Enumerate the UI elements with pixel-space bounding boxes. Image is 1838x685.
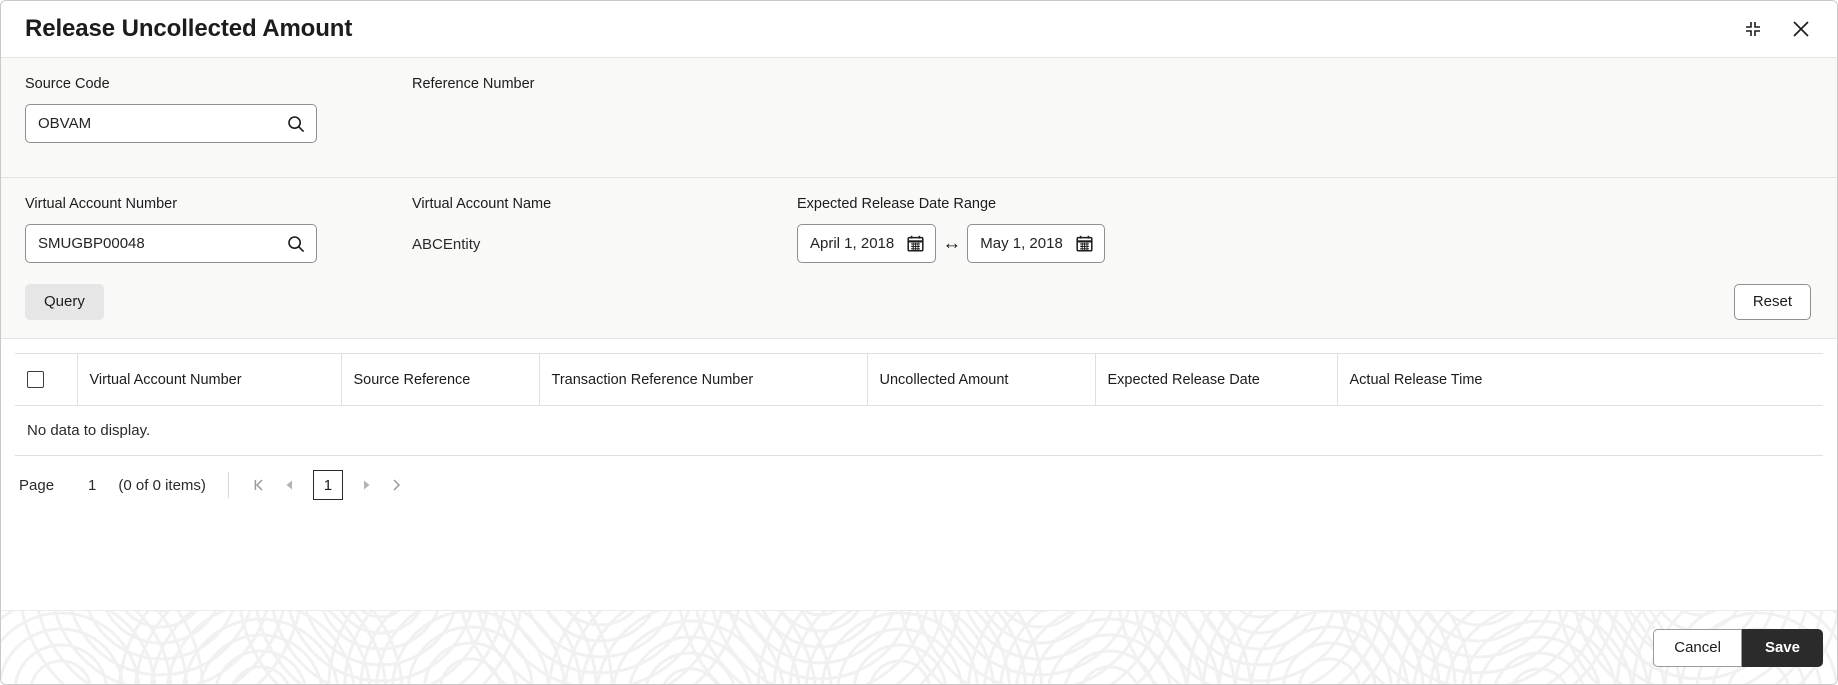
dialog-titlebar: Release Uncollected Amount xyxy=(1,1,1837,58)
column-header-virtual-account-number[interactable]: Virtual Account Number xyxy=(77,353,342,406)
results-table: Virtual Account Number Source Reference … xyxy=(15,353,1823,456)
results-table-area: Virtual Account Number Source Reference … xyxy=(1,339,1837,610)
save-button[interactable]: Save xyxy=(1741,628,1823,667)
virtual-account-number-field: Virtual Account Number xyxy=(15,196,412,263)
page-number: 1 xyxy=(88,476,97,494)
source-section: Source Code Reference Number xyxy=(1,58,1837,178)
search-icon[interactable] xyxy=(285,113,307,135)
dialog-footer: Cancel Save xyxy=(1,610,1837,684)
select-all-header xyxy=(15,353,78,406)
virtual-account-name-value: ABCEntity xyxy=(412,236,481,253)
reference-number-field: Reference Number xyxy=(412,76,797,106)
select-all-checkbox[interactable] xyxy=(27,371,44,388)
date-range-separator: ↔ xyxy=(942,233,962,254)
cancel-button[interactable]: Cancel xyxy=(1653,628,1742,667)
titlebar-actions xyxy=(1739,15,1815,43)
expected-release-date-range-field: Expected Release Date Range April 1, 201… xyxy=(797,196,1815,263)
search-icon[interactable] xyxy=(285,233,307,255)
criteria-field-row: Virtual Account Number Virtual Account N… xyxy=(15,196,1815,264)
date-from-input[interactable]: April 1, 2018 xyxy=(797,224,937,263)
current-page-button[interactable]: 1 xyxy=(312,470,343,500)
prev-page-icon[interactable] xyxy=(275,470,305,500)
virtual-account-name-field: Virtual Account Name ABCEntity xyxy=(412,196,797,264)
first-page-icon[interactable] xyxy=(245,470,275,500)
reference-number-label: Reference Number xyxy=(412,76,535,92)
column-header-actual-release-time[interactable]: Actual Release Time xyxy=(1337,353,1823,406)
virtual-account-name-label: Virtual Account Name xyxy=(412,196,552,212)
source-field-row: Source Code Reference Number xyxy=(15,76,1815,143)
calendar-icon[interactable] xyxy=(906,234,925,253)
reference-number-value xyxy=(412,104,797,106)
date-from-value: April 1, 2018 xyxy=(810,235,895,252)
items-count: (0 of 0 items) xyxy=(118,476,206,494)
column-header-uncollected-amount[interactable]: Uncollected Amount xyxy=(867,353,1096,406)
calendar-icon[interactable] xyxy=(1075,234,1094,253)
column-header-source-reference[interactable]: Source Reference xyxy=(341,353,540,406)
date-to-value: May 1, 2018 xyxy=(980,235,1063,252)
column-header-expected-release-date[interactable]: Expected Release Date xyxy=(1095,353,1338,406)
table-empty-row: No data to display. xyxy=(15,405,1823,456)
pagination: Page 1 (0 of 0 items) 1 xyxy=(15,456,1823,510)
virtual-account-number-input-wrap[interactable] xyxy=(25,224,317,263)
date-range-group: April 1, 2018 ↔ May 1, 2018 xyxy=(797,224,1815,263)
release-uncollected-amount-dialog: Release Uncollected Amount Source Code O… xyxy=(0,0,1838,685)
virtual-account-number-label: Virtual Account Number xyxy=(25,196,178,212)
table-header-row: Virtual Account Number Source Reference … xyxy=(15,353,1823,406)
query-criteria-section: Virtual Account Number Virtual Account N… xyxy=(1,178,1837,339)
table-body: No data to display. xyxy=(15,405,1823,456)
last-page-icon[interactable] xyxy=(381,470,411,500)
criteria-buttons-row: Query Reset xyxy=(15,284,1815,320)
virtual-account-number-input[interactable] xyxy=(26,225,316,262)
next-page-icon[interactable] xyxy=(351,470,381,500)
page-label: Page xyxy=(19,476,55,494)
footer-buttons: Cancel Save xyxy=(1653,628,1823,667)
close-icon[interactable] xyxy=(1787,15,1815,43)
empty-message: No data to display. xyxy=(15,405,1823,456)
collapse-corners-icon[interactable] xyxy=(1739,15,1767,43)
pagination-divider xyxy=(227,472,229,498)
source-code-input-wrap[interactable] xyxy=(25,104,317,143)
expected-release-date-range-label: Expected Release Date Range xyxy=(797,196,997,212)
reset-button[interactable]: Reset xyxy=(1733,284,1811,320)
date-to-input[interactable]: May 1, 2018 xyxy=(967,224,1105,263)
footer-watermark xyxy=(1,611,1837,684)
column-header-transaction-reference-number[interactable]: Transaction Reference Number xyxy=(539,353,868,406)
source-code-field: Source Code xyxy=(15,76,412,143)
query-button[interactable]: Query xyxy=(25,284,104,320)
source-code-label: Source Code xyxy=(25,76,110,92)
page-title: Release Uncollected Amount xyxy=(25,15,353,42)
source-code-input[interactable] xyxy=(26,105,316,142)
